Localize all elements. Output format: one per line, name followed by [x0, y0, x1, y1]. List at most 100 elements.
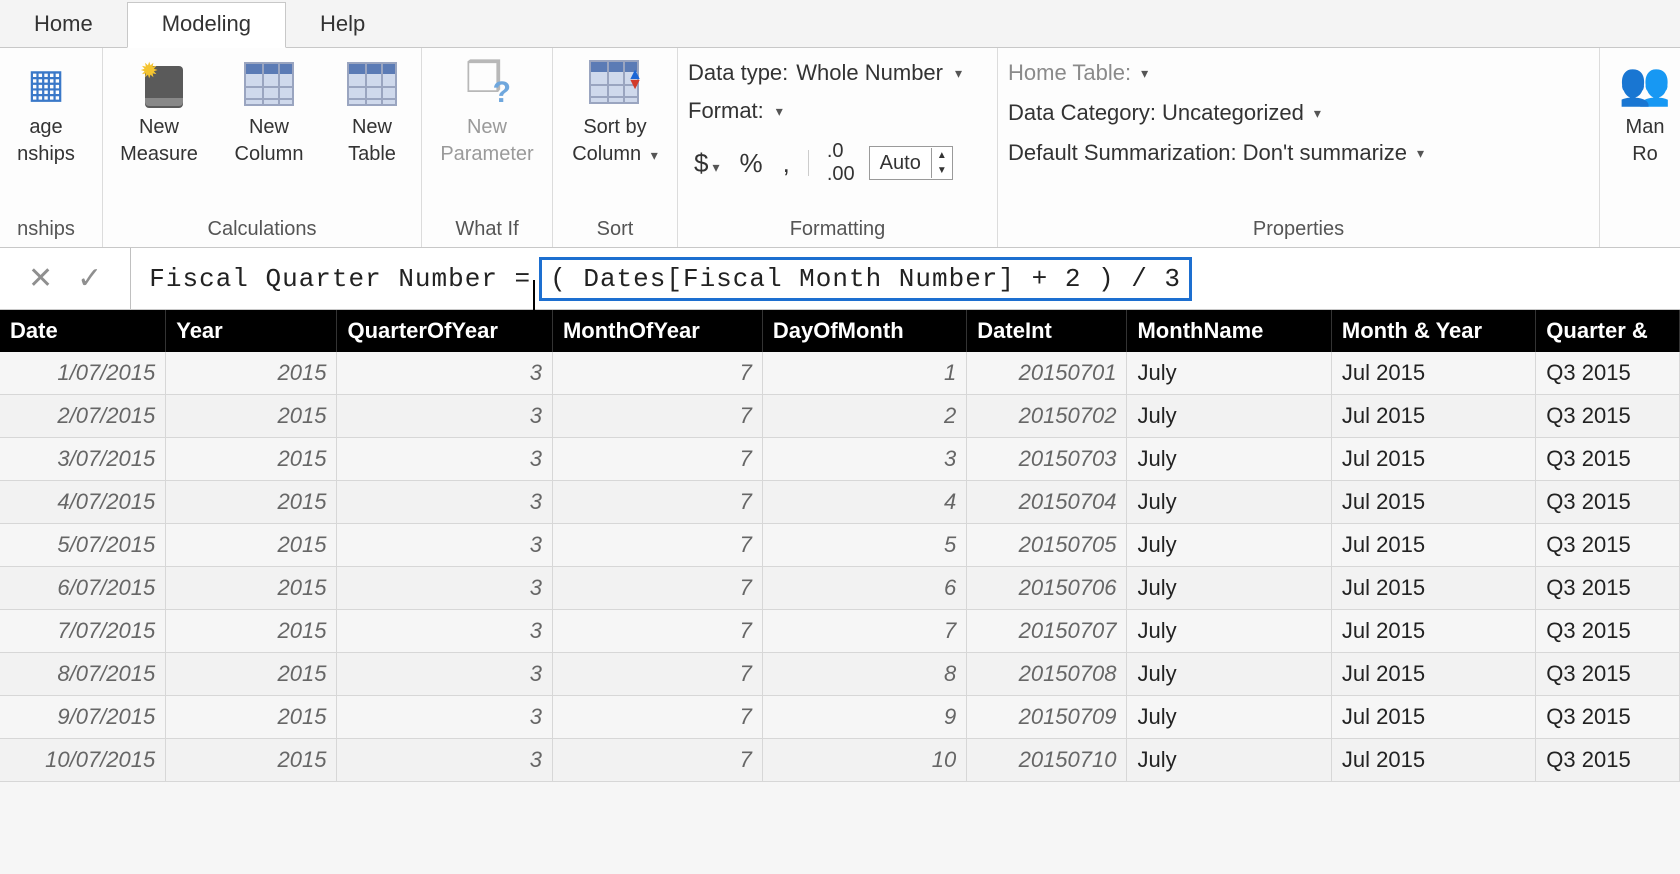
label: age [29, 116, 62, 139]
cell-my: Jul 2015 [1331, 739, 1535, 782]
group-sort: ▲▼ Sort by Column ▾ Sort [553, 48, 678, 247]
column-icon [244, 62, 294, 106]
comma-button[interactable]: , [777, 144, 796, 183]
cell-year: 2015 [166, 395, 337, 438]
formula-input[interactable]: Fiscal Quarter Number = ( Dates[Fiscal M… [131, 248, 1680, 309]
table-row[interactable]: 1/07/2015201537120150701JulyJul 2015Q3 2… [0, 352, 1680, 395]
cell-dint: 20150705 [967, 524, 1127, 567]
text-cursor [533, 280, 535, 314]
cell-moy: 7 [552, 696, 762, 739]
col-header-quarteryear[interactable]: Quarter & [1536, 310, 1680, 352]
cell-moy: 7 [552, 610, 762, 653]
table-row[interactable]: 3/07/2015201537320150703JulyJul 2015Q3 2… [0, 438, 1680, 481]
cell-dom: 2 [762, 395, 966, 438]
default-summarization-dropdown[interactable]: Default Summarization: Don't summarize ▾ [1008, 140, 1424, 166]
sort-icon: ▲▼ [589, 60, 641, 108]
cell-qoy: 3 [337, 653, 552, 696]
label: Home Table: [1008, 60, 1131, 86]
table-row[interactable]: 7/07/2015201537720150707JulyJul 2015Q3 2… [0, 610, 1680, 653]
value: Auto [870, 152, 931, 175]
chevron-down-icon: ▾ [1314, 105, 1321, 122]
cell-moy: 7 [552, 739, 762, 782]
cell-my: Jul 2015 [1331, 395, 1535, 438]
formula-left: Fiscal Quarter Number = [149, 264, 531, 294]
label: Table [348, 143, 396, 166]
cell-moy: 7 [552, 481, 762, 524]
cell-date: 8/07/2015 [0, 653, 166, 696]
label: New [139, 116, 179, 139]
cell-dint: 20150702 [967, 395, 1127, 438]
cell-year: 2015 [166, 653, 337, 696]
col-header-quarterofyear[interactable]: QuarterOfYear [337, 310, 552, 352]
manage-roles-button[interactable]: 👥 Man Ro [1610, 56, 1680, 166]
format-dropdown[interactable]: Format: ▾ [688, 98, 962, 124]
table-row[interactable]: 10/07/20152015371020150710JulyJul 2015Q3… [0, 739, 1680, 782]
table-row[interactable]: 2/07/2015201537220150702JulyJul 2015Q3 2… [0, 395, 1680, 438]
cell-moy: 7 [552, 352, 762, 395]
sort-by-column-button[interactable]: ▲▼ Sort by Column ▾ [563, 56, 667, 166]
ribbon-tabs: Home Modeling Help [0, 0, 1680, 48]
tab-modeling[interactable]: Modeling [127, 2, 286, 48]
cell-date: 1/07/2015 [0, 352, 166, 395]
col-header-year[interactable]: Year [166, 310, 337, 352]
cell-qy: Q3 2015 [1536, 524, 1680, 567]
datatype-dropdown[interactable]: Data type: Whole Number ▾ [688, 60, 962, 86]
label: New [249, 116, 289, 139]
percent-button[interactable]: % [734, 144, 769, 183]
label: Parameter [440, 143, 533, 166]
data-category-dropdown[interactable]: Data Category: Uncategorized ▾ [1008, 100, 1424, 126]
cell-dom: 5 [762, 524, 966, 567]
spinner-down[interactable]: ▼ [932, 163, 952, 178]
measure-icon [135, 60, 183, 108]
spinner-up[interactable]: ▲ [932, 148, 952, 163]
cell-qy: Q3 2015 [1536, 567, 1680, 610]
chevron-down-icon: ▾ [955, 65, 962, 82]
table-row[interactable]: 4/07/2015201537420150704JulyJul 2015Q3 2… [0, 481, 1680, 524]
cancel-formula-button[interactable]: ✕ [28, 261, 53, 296]
table-row[interactable]: 5/07/2015201537520150705JulyJul 2015Q3 2… [0, 524, 1680, 567]
col-header-date[interactable]: Date [0, 310, 166, 352]
cell-dom: 9 [762, 696, 966, 739]
cell-my: Jul 2015 [1331, 567, 1535, 610]
tab-home[interactable]: Home [0, 3, 127, 47]
col-header-monthyear[interactable]: Month & Year [1331, 310, 1535, 352]
cell-qoy: 3 [337, 524, 552, 567]
cell-my: Jul 2015 [1331, 610, 1535, 653]
commit-formula-button[interactable]: ✓ [77, 261, 102, 296]
group-label [1610, 212, 1680, 247]
group-label: Calculations [113, 212, 411, 247]
new-parameter-button[interactable]: New Parameter [432, 56, 542, 166]
col-header-monthofyear[interactable]: MonthOfYear [552, 310, 762, 352]
cell-qy: Q3 2015 [1536, 610, 1680, 653]
cell-dint: 20150706 [967, 567, 1127, 610]
col-header-dateint[interactable]: DateInt [967, 310, 1127, 352]
table-row[interactable]: 6/07/2015201537620150706JulyJul 2015Q3 2… [0, 567, 1680, 610]
new-measure-button[interactable]: New Measure [113, 56, 205, 166]
new-column-button[interactable]: New Column [223, 56, 315, 166]
col-header-monthname[interactable]: MonthName [1127, 310, 1331, 352]
group-label: Formatting [688, 212, 987, 247]
label: Column [235, 143, 304, 166]
tab-help[interactable]: Help [286, 3, 399, 47]
formula-bar: ✕ ✓ Fiscal Quarter Number = ( Dates[Fisc… [0, 248, 1680, 310]
currency-button[interactable]: $▾ [688, 144, 726, 183]
manage-relationships-button[interactable]: ▦ age nships [0, 56, 92, 166]
cell-dom: 6 [762, 567, 966, 610]
col-header-dayofmonth[interactable]: DayOfMonth [762, 310, 966, 352]
cell-year: 2015 [166, 524, 337, 567]
cell-moy: 7 [552, 438, 762, 481]
label: Man [1626, 116, 1665, 139]
group-properties: Home Table: ▾ Data Category: Uncategoriz… [998, 48, 1600, 247]
decimal-places-input[interactable]: Auto ▲▼ [869, 146, 953, 180]
data-grid[interactable]: Date Year QuarterOfYear MonthOfYear DayO… [0, 310, 1680, 782]
home-table-dropdown[interactable]: Home Table: ▾ [1008, 60, 1424, 86]
cell-date: 7/07/2015 [0, 610, 166, 653]
cell-mname: July [1127, 610, 1331, 653]
cell-qoy: 3 [337, 395, 552, 438]
group-label: nships [0, 212, 92, 247]
cell-date: 10/07/2015 [0, 739, 166, 782]
new-table-button[interactable]: New Table [333, 56, 411, 166]
cell-mname: July [1127, 696, 1331, 739]
table-row[interactable]: 9/07/2015201537920150709JulyJul 2015Q3 2… [0, 696, 1680, 739]
table-row[interactable]: 8/07/2015201537820150708JulyJul 2015Q3 2… [0, 653, 1680, 696]
